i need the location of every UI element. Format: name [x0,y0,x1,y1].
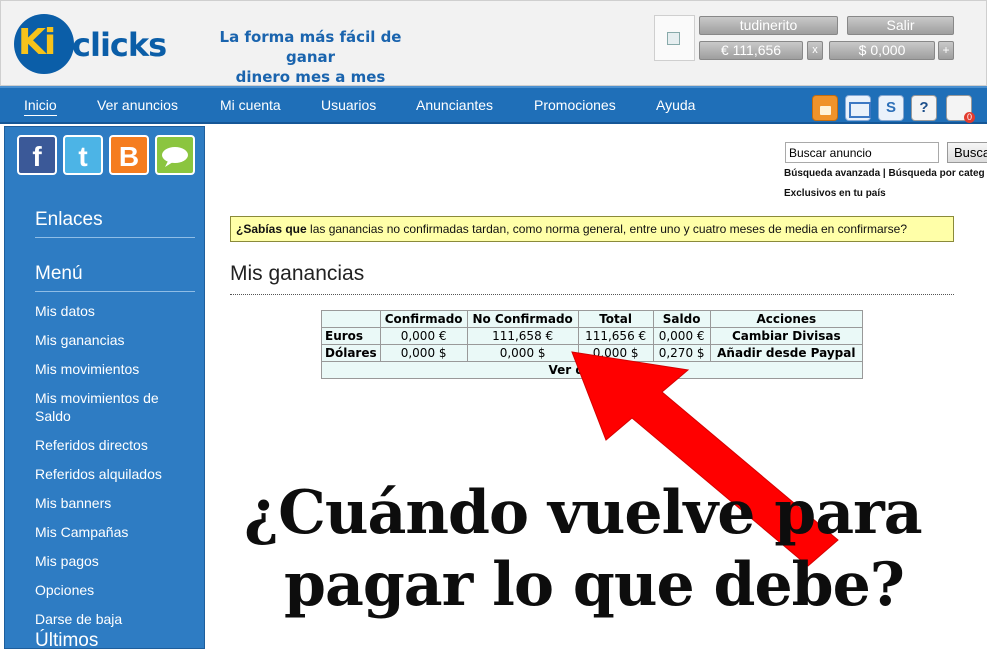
sidebar: f t B Enlaces Menú Mis datos Mis gananci… [4,126,205,649]
table-header-acciones: Acciones [709,310,864,328]
logout-button[interactable]: Salir [847,16,954,35]
cell-no-confirmado: 111,658 € [466,327,579,345]
nav-ayuda[interactable]: Ayuda [656,97,695,113]
main-nav: Inicio Ver anuncios Mi cuenta Usuarios A… [0,86,987,124]
nav-promociones[interactable]: Promociones [534,97,616,113]
sidebar-heading-enlaces[interactable]: Enlaces [35,209,195,238]
slogan-line-1: La forma más fácil de ganar [219,28,402,66]
help-icon[interactable]: ? [911,95,937,121]
slogan: La forma más fácil de ganar dinero mes a… [198,27,423,87]
cell-total: 111,656 € [577,327,654,345]
page-title: Mis ganancias [230,262,365,285]
nav-ver-anuncios[interactable]: Ver anuncios [97,97,178,113]
category-search-link[interactable]: Búsqueda por categ [889,168,985,179]
table-row: Dólares 0,000 $ 0,000 $ 0,000 $ 0,270 $ … [321,344,864,362]
sidebar-item-mis-movimientos-saldo[interactable]: Mis movimientos de Saldo [35,389,185,425]
logo-clicks: clicks [72,26,167,64]
row-label-dolares: Dólares [321,344,381,362]
skype-icon[interactable]: S [878,95,904,121]
tip-banner: ¿Sabías que las ganancias no confirmadas… [230,216,954,242]
kiclicks-logo[interactable]: Ki clicks [14,14,179,74]
table-header-row: Confirmado No Confirmado Total Saldo Acc… [321,310,864,328]
chat-icon[interactable] [155,135,195,175]
nav-anunciantes[interactable]: Anunciantes [416,97,493,113]
sidebar-item-mis-banners[interactable]: Mis banners [35,494,185,512]
cell-confirmado: 0,000 € [379,327,468,345]
sidebar-item-referidos-alquilados[interactable]: Referidos alquilados [35,465,185,483]
cell-no-confirmado: 0,000 $ [466,344,579,362]
search-links-separator: | [880,168,889,179]
table-header-confirmado: Confirmado [379,310,468,328]
lock-icon[interactable] [812,95,838,121]
search-input[interactable] [785,142,939,163]
sidebar-heading-menu: Menú [35,263,195,292]
cell-saldo: 0,000 € [652,327,711,345]
logo-ki: Ki [18,22,56,63]
nav-usuarios[interactable]: Usuarios [321,97,376,113]
mail-icon[interactable] [845,95,871,121]
cell-confirmado: 0,000 $ [379,344,468,362]
overlay-question-line-2: pagar lo que debe? [284,550,905,620]
sidebar-item-mis-datos[interactable]: Mis datos [35,302,185,320]
title-divider [230,294,954,295]
tip-text: las ganancias no confirmadas tardan, com… [306,222,908,236]
cell-total: 0,000 $ [577,344,654,362]
sidebar-item-mis-movimientos[interactable]: Mis movimientos [35,360,185,378]
tip-lead: ¿Sabías que [236,222,307,236]
sidebar-heading-ultimos: Últimos [35,630,99,649]
table-header-blank [321,310,381,328]
balance-eur: € 111,656 [699,41,803,60]
ver-desglose-link[interactable]: Ver desglose [321,361,863,379]
advanced-search-link[interactable]: Búsqueda avanzada [784,168,880,179]
table-row: Euros 0,000 € 111,658 € 111,656 € 0,000 … [321,327,864,345]
table-header-no-confirmado: No Confirmado [466,310,579,328]
earnings-table: Confirmado No Confirmado Total Saldo Acc… [321,310,864,379]
cart-icon[interactable]: 0 [946,95,975,123]
broken-image-icon [667,32,680,45]
anadir-paypal-link[interactable]: Añadir desde Paypal [709,344,864,362]
nav-mi-cuenta[interactable]: Mi cuenta [220,97,281,113]
sidebar-item-opciones[interactable]: Opciones [35,581,185,599]
twitter-icon[interactable]: t [63,135,103,175]
sidebar-item-mis-campanas[interactable]: Mis Campañas [35,523,185,541]
site-header: Ki clicks La forma más fácil de ganar di… [0,0,987,86]
nav-inicio[interactable]: Inicio [24,97,57,116]
table-header-saldo: Saldo [652,310,711,328]
table-footer-row: Ver desglose [321,361,863,379]
cart-badge: 0 [963,112,975,123]
row-label-euros: Euros [321,327,381,345]
username-button[interactable]: tudinerito [699,16,838,35]
overlay-question-line-1: ¿Cuándo vuelve para [244,478,923,548]
chat-bubble-icon [162,147,188,167]
cell-saldo: 0,270 $ [652,344,711,362]
add-funds-button[interactable]: + [938,41,954,60]
search-button[interactable]: Busca [947,142,987,163]
user-avatar[interactable] [654,15,695,61]
table-header-total: Total [577,310,654,328]
sidebar-item-mis-ganancias[interactable]: Mis ganancias [35,331,185,349]
exclusive-country-link[interactable]: Exclusivos en tu país [784,188,886,199]
balance-eur-action-button[interactable]: x [807,41,823,60]
search-links: Búsqueda avanzada | Búsqueda por categ [784,168,985,179]
sidebar-item-referidos-directos[interactable]: Referidos directos [35,436,185,454]
cambiar-divisas-link[interactable]: Cambiar Divisas [709,327,864,345]
slogan-line-2: dinero mes a mes [235,68,386,86]
balance-usd: $ 0,000 [829,41,935,60]
facebook-icon[interactable]: f [17,135,57,175]
sidebar-item-mis-pagos[interactable]: Mis pagos [35,552,185,570]
blogger-icon[interactable]: B [109,135,149,175]
sidebar-item-darse-de-baja[interactable]: Darse de baja [35,610,185,628]
